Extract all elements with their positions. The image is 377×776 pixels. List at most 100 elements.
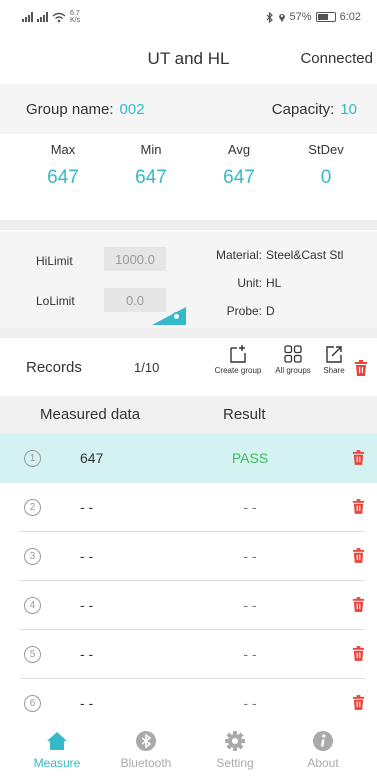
hi-limit-label: HiLimit	[36, 254, 73, 268]
trash-icon	[352, 450, 365, 465]
tab-label: Bluetooth	[120, 756, 172, 770]
divider-band	[0, 328, 377, 338]
table-row[interactable]: 6 - - - -	[0, 679, 377, 723]
stat-label: Max	[50, 142, 76, 157]
tab-about[interactable]: About	[278, 730, 368, 770]
stat-max: Max 647	[18, 142, 108, 189]
tab-label: Setting	[216, 756, 254, 770]
group-name-label: Group name:	[26, 100, 114, 118]
all-groups-button[interactable]: All groups	[273, 344, 313, 375]
stat-avg: Avg 647	[194, 142, 284, 189]
records-label: Records	[26, 359, 82, 376]
probe-value: D	[266, 304, 275, 318]
all-groups-icon	[284, 345, 302, 363]
hi-limit-field[interactable]: 1000.0	[104, 247, 166, 271]
result-value: - -	[243, 548, 257, 564]
share-label: Share	[323, 366, 345, 375]
table-header: Measured data Result	[0, 396, 377, 434]
gear-icon	[225, 731, 245, 751]
table-row[interactable]: 4 - - - -	[0, 581, 377, 630]
cellular-signal-icon	[22, 12, 33, 22]
delete-row-button[interactable]	[352, 646, 365, 666]
all-groups-label: All groups	[275, 366, 311, 375]
unit-label: Unit:	[237, 276, 262, 290]
battery-icon	[315, 12, 336, 22]
limits-panel: HiLimit 1000.0 LoLimit 0.0 Material: Ste…	[0, 232, 377, 328]
status-right: 57% 6:02	[266, 11, 361, 23]
probe-label: Probe:	[226, 304, 262, 318]
divider-band	[0, 220, 377, 230]
material-value: Steel&Cast Stl	[266, 248, 344, 262]
bluetooth-icon	[136, 731, 156, 751]
bluetooth-status-icon	[266, 11, 273, 23]
delete-row-button[interactable]	[352, 548, 365, 568]
unit-value: HL	[266, 276, 282, 290]
delete-row-button[interactable]	[352, 597, 365, 617]
net-speed: 6.7 K/s	[70, 10, 80, 24]
tab-measure[interactable]: Measure	[12, 730, 102, 770]
result-value: - -	[243, 695, 257, 711]
material-label: Material:	[215, 248, 262, 262]
tab-label: About	[307, 756, 339, 770]
result-value: - -	[243, 597, 257, 613]
result-header: Result	[223, 406, 266, 423]
stat-stdev: StDev 0	[281, 142, 371, 189]
group-name-value[interactable]: 002	[120, 101, 145, 118]
trash-icon	[352, 548, 365, 563]
records-toolbar: Records 1/10 Create group All groups Sha…	[0, 338, 377, 390]
result-value: PASS	[231, 450, 269, 466]
info-icon	[313, 731, 333, 751]
title-bar: UT and HL Connected	[0, 44, 377, 76]
clock: 6:02	[339, 11, 361, 23]
delete-row-button[interactable]	[352, 499, 365, 519]
group-row: Group name: 002 Capacity: 10	[0, 84, 377, 134]
table-row[interactable]: 2 - - - -	[0, 483, 377, 532]
stat-value: 0	[320, 167, 332, 188]
capacity: Capacity: 10	[272, 101, 357, 118]
records-count: 1/10	[134, 360, 160, 375]
battery-percent: 57%	[289, 11, 312, 23]
trash-icon	[352, 597, 365, 612]
delete-row-button[interactable]	[352, 450, 365, 470]
stat-label: Min	[140, 142, 162, 157]
lo-limit-label: LoLimit	[36, 294, 75, 308]
stat-label: Avg	[227, 142, 251, 157]
create-group-label: Create group	[214, 366, 262, 375]
delete-row-button[interactable]	[352, 695, 365, 715]
table-row[interactable]: 1 647 PASS	[0, 434, 377, 483]
share-button[interactable]: Share	[319, 344, 349, 375]
tab-setting[interactable]: Setting	[190, 730, 280, 770]
share-icon	[326, 346, 342, 363]
stat-value: 647	[223, 167, 255, 188]
net-speed-value: 6.7	[70, 10, 80, 17]
create-group-icon	[230, 345, 246, 363]
table-row[interactable]: 5 - - - -	[0, 630, 377, 679]
capacity-value[interactable]: 10	[340, 101, 357, 118]
delete-all-button[interactable]	[354, 360, 368, 381]
stat-value: 647	[135, 167, 167, 188]
tab-bluetooth[interactable]: Bluetooth	[101, 730, 191, 770]
result-value: - -	[243, 646, 257, 662]
connection-status[interactable]: Connected	[300, 50, 373, 67]
home-icon	[47, 732, 67, 750]
stat-label: StDev	[308, 142, 344, 157]
location-icon	[278, 13, 285, 22]
cellular-signal-icon	[37, 12, 48, 22]
status-bar: 6.7 K/s 57% 6:02	[0, 0, 377, 34]
result-value: - -	[243, 499, 257, 515]
capacity-label: Capacity:	[271, 100, 335, 118]
create-group-button[interactable]: Create group	[212, 344, 264, 375]
table-row[interactable]: 3 - - - -	[0, 532, 377, 581]
trash-icon	[352, 646, 365, 661]
bottom-tab-bar: Measure Bluetooth Setting About	[0, 724, 377, 776]
tab-label: Measure	[33, 756, 81, 770]
gear-icon	[172, 312, 181, 321]
net-speed-unit: K/s	[70, 17, 81, 24]
stat-min: Min 647	[106, 142, 196, 189]
status-left: 6.7 K/s	[22, 10, 80, 24]
stat-value: 647	[47, 167, 79, 188]
trash-icon	[352, 499, 365, 514]
wifi-icon	[52, 12, 66, 22]
trash-icon	[355, 360, 367, 376]
stats-panel: Max 647 Min 647 Avg 647 StDev 0	[0, 142, 377, 216]
